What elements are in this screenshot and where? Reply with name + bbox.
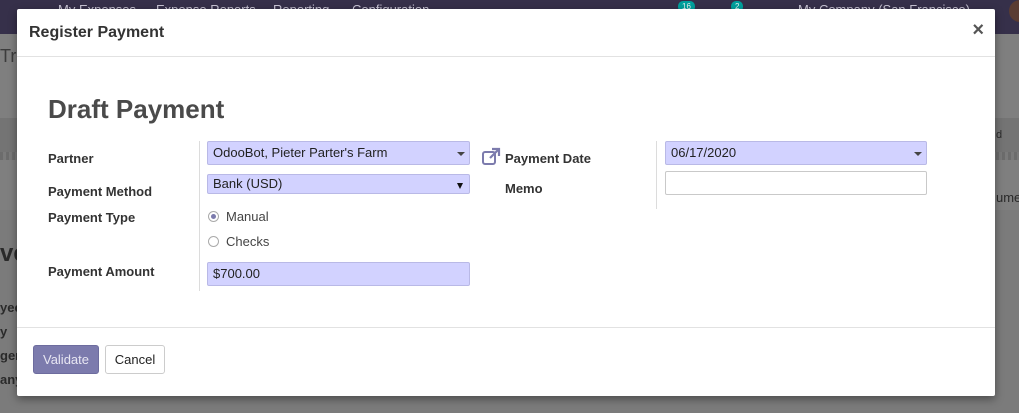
cancel-button[interactable]: Cancel bbox=[105, 345, 165, 374]
memo-label: Memo bbox=[505, 181, 543, 196]
chevron-down-icon[interactable] bbox=[457, 152, 465, 156]
payment-type-option-label: Checks bbox=[226, 234, 270, 249]
close-icon[interactable]: × bbox=[972, 19, 984, 41]
radio-unselected-icon[interactable] bbox=[208, 236, 219, 247]
payment-amount-label: Payment Amount bbox=[48, 264, 155, 279]
payment-method-select[interactable]: Bank (USD) bbox=[207, 174, 470, 194]
payment-date-label: Payment Date bbox=[505, 151, 591, 166]
partner-field[interactable]: OdooBot, Pieter Parter's Farm bbox=[207, 141, 470, 165]
payment-type-option-manual[interactable]: Manual bbox=[208, 208, 269, 226]
radio-selected-icon[interactable] bbox=[208, 211, 219, 222]
bg-button-fragment-small: d bbox=[996, 129, 1003, 141]
bg-button-fragment: ume bbox=[996, 190, 1019, 205]
payment-type-label: Payment Type bbox=[48, 210, 136, 225]
payment-date-field[interactable]: 06/17/2020 bbox=[665, 141, 927, 165]
chevron-down-icon[interactable] bbox=[914, 152, 922, 156]
chevron-down-icon[interactable] bbox=[457, 183, 463, 189]
payment-date-value: 06/17/2020 bbox=[671, 145, 737, 160]
external-link-icon[interactable] bbox=[481, 147, 501, 167]
payment-method-value: Bank (USD) bbox=[213, 176, 283, 191]
register-payment-dialog: Register Payment × Draft Payment Partner… bbox=[17, 9, 995, 396]
dialog-title: Register Payment bbox=[29, 24, 165, 41]
right-group-divider bbox=[656, 141, 657, 209]
payment-type-option-checks[interactable]: Checks bbox=[208, 233, 269, 251]
payment-amount-field[interactable]: $700.00 bbox=[207, 262, 470, 286]
payment-method-label: Payment Method bbox=[48, 184, 153, 199]
partner-value: OdooBot, Pieter Parter's Farm bbox=[213, 145, 388, 160]
dialog-footer: Validate Cancel bbox=[17, 327, 995, 396]
memo-input[interactable] bbox=[665, 171, 927, 195]
partner-label: Partner bbox=[48, 151, 94, 166]
payment-amount-value: $700.00 bbox=[213, 266, 260, 281]
bg-field-label-fragment: y bbox=[0, 324, 8, 339]
dialog-header: Register Payment × bbox=[17, 9, 995, 57]
validate-button[interactable]: Validate bbox=[33, 345, 99, 374]
left-group-divider bbox=[199, 141, 200, 291]
dialog-body: Draft Payment Partner Payment Method Pay… bbox=[17, 57, 995, 327]
payment-type-option-label: Manual bbox=[226, 209, 269, 224]
record-title: Draft Payment bbox=[48, 94, 225, 124]
avatar bbox=[1009, 0, 1019, 22]
